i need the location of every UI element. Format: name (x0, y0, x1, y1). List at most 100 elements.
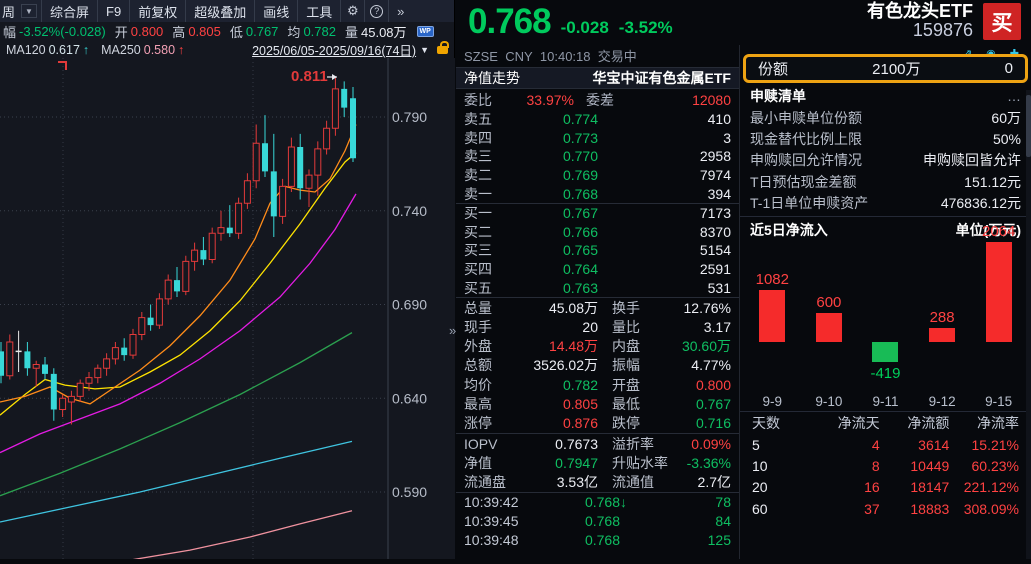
stat-label: 均价 (464, 375, 514, 395)
stat-value: 45.08万 (514, 298, 598, 318)
level-price: 0.770 (510, 148, 598, 164)
level-volume: 7173 (598, 205, 731, 221)
price-change: -0.028 (561, 18, 609, 38)
buy-button[interactable]: 买 (983, 3, 1021, 40)
bid-row[interactable]: 买二0.7668370 (456, 223, 739, 242)
ask-row[interactable]: 卖三0.7702958 (456, 147, 739, 166)
kline-chart-area[interactable]: 0.7900.7400.6900.6400.5900.811 (0, 58, 455, 559)
redemption-label: T-1日单位申赎资产 (750, 193, 868, 213)
menu-item-超级叠加[interactable]: 超级叠加 (185, 0, 254, 22)
bid-row[interactable]: 买三0.7655154 (456, 241, 739, 260)
redemption-list: 最小申赎单位份额60万现金替代比例上限50%申购赎回允许情况申购赎回皆允许T日预… (740, 107, 1031, 213)
quote-field-label: 均 (287, 22, 300, 41)
stat-value: 0.782 (514, 377, 598, 393)
menu-item-工具[interactable]: 工具 (297, 0, 340, 22)
currency-label: CNY (505, 49, 532, 64)
inflow-bar (986, 242, 1012, 342)
redemption-title: 申赎清单 (750, 86, 806, 106)
scrollbar[interactable] (1026, 90, 1031, 559)
flow-table-row: 1081044960.23% (740, 455, 1031, 476)
net-inflow-table: 天数净流天净流额净流率54361415.21%1081044960.23%201… (740, 411, 1031, 519)
level-volume: 2958 (598, 148, 731, 164)
menu-item-画线[interactable]: 画线 (254, 0, 297, 22)
level-price: 0.765 (510, 242, 598, 258)
flow-bar-date: 9-15 (985, 394, 1012, 409)
settings-gear-icon[interactable]: ⚙ (340, 0, 364, 22)
help-icon[interactable]: ? (364, 0, 388, 22)
bid-row[interactable]: 买一0.7677173 (456, 204, 739, 223)
svg-text:0.590: 0.590 (392, 484, 427, 500)
ask-row[interactable]: 卖四0.7733 (456, 129, 739, 148)
quote-header: 0.768 -0.028 -3.52% 有色龙头ETF 159876 买 (456, 0, 1031, 45)
ask-row[interactable]: 卖二0.7697974 (456, 166, 739, 185)
level-price: 0.774 (510, 111, 598, 127)
period-dropdown-icon[interactable]: ▼ (21, 4, 37, 18)
stat-label: 流通值 (598, 472, 660, 492)
menu-item-综合屏[interactable]: 综合屏 (41, 0, 97, 22)
tick-price: 0.768 (542, 532, 620, 548)
ask-row[interactable]: 卖五0.774410 (456, 110, 739, 129)
inflow-bar (759, 290, 785, 342)
svg-text:0.690: 0.690 (392, 297, 427, 313)
stat-label: 最低 (598, 394, 660, 414)
stat-label: 涨停 (464, 413, 514, 433)
stat-value: 2.7亿 (660, 472, 731, 492)
ask-levels: 卖五0.774410卖四0.7733卖三0.7702958卖二0.7697974… (456, 110, 739, 203)
redemption-value: 476836.12元 (941, 193, 1021, 213)
lock-icon[interactable] (437, 46, 448, 54)
flow-table-row: 603718883308.09% (740, 498, 1031, 519)
stat-label: 升贴水率 (598, 453, 668, 473)
level-label: 卖一 (464, 184, 510, 204)
tick-time: 10:39:45 (464, 513, 542, 529)
quote-field: 开0.800 (115, 22, 164, 41)
level-volume: 5154 (598, 242, 731, 258)
date-range-selector[interactable]: 2025/06/05-2025/09/16(74日) ▼ (252, 40, 448, 59)
inflow-bar (929, 328, 955, 342)
wp-badge-icon[interactable]: WP (417, 26, 434, 37)
tick-volume: 125 (634, 532, 731, 548)
level-volume: 7974 (598, 167, 731, 183)
menu-item-F9[interactable]: F9 (97, 0, 129, 22)
tick-row: 10:39:450.76884 (456, 512, 739, 531)
more-chevron-icon[interactable]: » (388, 0, 412, 22)
stat-value: 14.48万 (514, 336, 598, 356)
redemption-more-link[interactable]: … (1007, 88, 1021, 104)
flow-bar-date: 9-10 (815, 394, 842, 409)
flow-table-cell: 60 (752, 501, 810, 517)
bid-levels: 买一0.7677173买二0.7668370买三0.7655154买四0.764… (456, 204, 739, 297)
stat-value: 0.716 (660, 415, 731, 431)
redemption-label: 最小申赎单位份额 (750, 108, 862, 128)
period-selector[interactable]: 周 (0, 0, 19, 22)
date-range-label: 2025/06/05-2025/09/16(74日) (252, 40, 416, 59)
redemption-value: 申购赎回皆允许 (923, 150, 1021, 170)
menu-item-前复权[interactable]: 前复权 (129, 0, 185, 22)
bid-row[interactable]: 买四0.7642591 (456, 260, 739, 279)
stat-value: 0.767 (660, 396, 731, 412)
stat-value: -3.36% (668, 455, 731, 471)
flow-bar-group: -4199-11 (857, 240, 914, 410)
level-label: 卖二 (464, 165, 510, 185)
level-price: 0.769 (510, 167, 598, 183)
flow-bar-group: 20649-15 (970, 240, 1027, 410)
level-label: 卖五 (464, 109, 510, 129)
quote-region: 0.768 -0.028 -3.52% 有色龙头ETF 159876 买 SZS… (456, 0, 1031, 559)
svg-text:0.790: 0.790 (392, 109, 427, 125)
bid-row[interactable]: 买五0.763531 (456, 278, 739, 297)
ask-row[interactable]: 卖一0.768394 (456, 184, 739, 203)
share-quota-row[interactable]: 份额 2100万 0 (743, 54, 1028, 83)
level-volume: 410 (598, 111, 731, 127)
redemption-row: 申购赎回允许情况申购赎回皆允许 (740, 150, 1031, 171)
panel-collapse-handle[interactable]: » (449, 323, 456, 338)
scrollbar-thumb[interactable] (1026, 95, 1031, 157)
flow-bar-group: 10829-9 (744, 240, 801, 410)
quote-field-value: 0.767 (246, 24, 279, 39)
stat-value: 0.805 (514, 396, 598, 412)
fund-name[interactable]: 华宝中证有色金属ETF (593, 68, 731, 88)
security-code: 159876 (867, 21, 973, 40)
stat-value: 30.60万 (660, 336, 731, 356)
flow-bar-value: -419 (870, 365, 900, 382)
stat-label: 换手 (598, 298, 660, 318)
nav-trend-link[interactable]: 净值走势 (464, 68, 520, 88)
flow-table-cell: 18147 (880, 479, 950, 495)
chart-panel: 周 ▼ 综合屏F9前复权超级叠加画线工具 ⚙ ? » 幅-3.52%(-0.02… (0, 0, 455, 559)
